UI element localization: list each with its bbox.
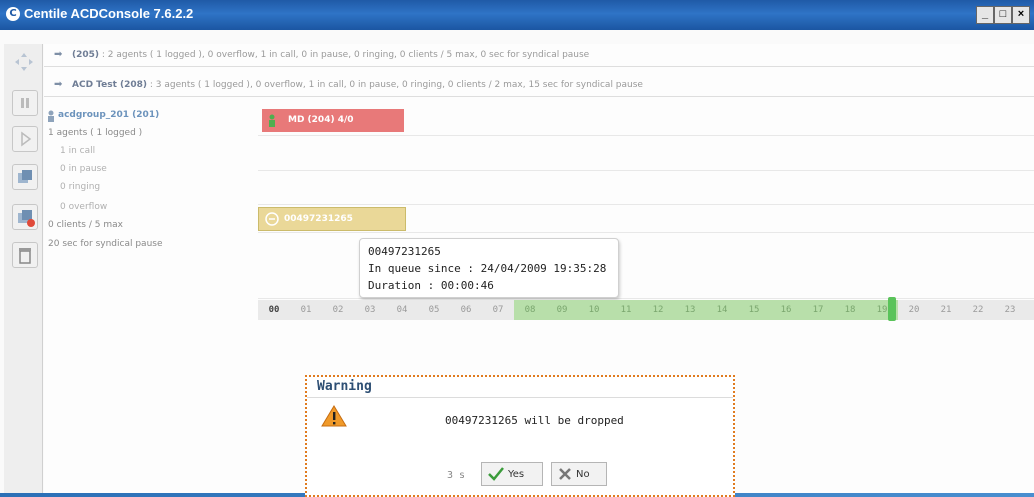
timeline-hour: 21 bbox=[940, 305, 952, 315]
timeline-hour: 04 bbox=[396, 305, 408, 315]
current-time-marker bbox=[888, 297, 896, 321]
lane-divider bbox=[258, 170, 1034, 171]
timeline-hour: 17 bbox=[802, 300, 834, 320]
pause-icon[interactable] bbox=[12, 90, 38, 116]
queue-stats: : 2 agents ( 1 logged ), 0 overflow, 1 i… bbox=[101, 50, 590, 60]
queued-call-chip[interactable]: 00497231265 bbox=[258, 207, 406, 231]
maximize-button[interactable]: □ bbox=[994, 6, 1012, 24]
agent-chip[interactable]: MD (204) 4/0 bbox=[262, 109, 404, 132]
play-icon[interactable] bbox=[12, 126, 38, 152]
dialog-message: 00497231265 will be dropped bbox=[445, 414, 624, 427]
lane-divider bbox=[258, 298, 1034, 299]
tooltip-duration: Duration : 00:00:46 bbox=[368, 279, 494, 292]
timeline-hour: 13 bbox=[674, 300, 706, 320]
remove-queue-icon[interactable] bbox=[12, 204, 38, 230]
call-tooltip: 00497231265 In queue since : 24/04/2009 … bbox=[359, 238, 619, 298]
lane-divider bbox=[258, 232, 1034, 233]
agent-icon bbox=[269, 114, 275, 127]
left-toolbar bbox=[4, 44, 43, 493]
dialog-countdown: 3 s bbox=[447, 470, 466, 481]
queue-arrow-icon: ➡ bbox=[54, 79, 63, 90]
yes-label: Yes bbox=[508, 468, 525, 480]
dialog-title: Warning bbox=[317, 379, 372, 394]
timeline-hour: 01 bbox=[300, 305, 312, 315]
timeline-hour: 14 bbox=[706, 300, 738, 320]
group-clients: 0 clients / 5 max bbox=[48, 220, 123, 230]
timeline-hour: 23 bbox=[1004, 305, 1016, 315]
window-title: Centile ACDConsole 7.6.2.2 bbox=[24, 6, 194, 21]
group-overflow: 0 overflow bbox=[60, 202, 108, 212]
timeline-hour: 09 bbox=[546, 300, 578, 320]
close-button[interactable]: × bbox=[1012, 6, 1030, 24]
queue-row[interactable]: ➡ (205) : 2 agents ( 1 logged ), 0 overfl… bbox=[44, 44, 1034, 67]
timeline-hour: 05 bbox=[428, 305, 440, 315]
group-agents: 1 agents ( 1 logged ) bbox=[48, 128, 143, 138]
trash-icon[interactable] bbox=[12, 242, 38, 268]
timeline-hour: 10 bbox=[578, 300, 610, 320]
warning-dialog: Warning 00497231265 will be dropped 3 s … bbox=[305, 375, 735, 497]
timeline-hour: 15 bbox=[738, 300, 770, 320]
timeline-hour: 12 bbox=[642, 300, 674, 320]
tooltip-number: 00497231265 bbox=[368, 245, 441, 258]
group-icon bbox=[48, 110, 54, 122]
minimize-button[interactable]: _ bbox=[976, 6, 994, 24]
title-bar[interactable]: C Centile ACDConsole 7.6.2.2 _ □ × bbox=[0, 0, 1034, 30]
hour-timeline: 00 01 02 03 04 05 06 07 08 09 10 11 12 13 14 15 16 17 18 19… bbox=[258, 300, 1034, 320]
timeline-hour: 11 bbox=[610, 300, 642, 320]
timeline-hour: 03 bbox=[364, 305, 376, 315]
timeline-hour: 06 bbox=[460, 305, 472, 315]
check-icon bbox=[488, 467, 504, 481]
timeline-hour: 00 bbox=[268, 305, 280, 315]
dialog-divider bbox=[307, 397, 733, 398]
timeline-hour: 16 bbox=[770, 300, 802, 320]
group-in-pause: 0 in pause bbox=[60, 164, 107, 174]
group-name[interactable]: acdgroup_201 (201) bbox=[58, 110, 159, 120]
tooltip-since: In queue since : 24/04/2009 19:35:28 bbox=[368, 262, 607, 275]
group-in-call: 1 in call bbox=[60, 146, 96, 156]
no-button[interactable]: No bbox=[551, 462, 607, 486]
group-pause: 20 sec for syndical pause bbox=[48, 239, 163, 249]
lane-divider bbox=[258, 135, 1034, 136]
timeline-hour: 22 bbox=[972, 305, 984, 315]
waiting-icon bbox=[265, 212, 279, 226]
cross-icon bbox=[559, 468, 571, 480]
group-info: acdgroup_201 (201) 1 agents ( 1 logged )… bbox=[44, 106, 256, 302]
timeline-hour: 07 bbox=[492, 305, 504, 315]
yes-button[interactable]: Yes bbox=[481, 462, 543, 486]
app-logo-icon: C bbox=[6, 7, 20, 21]
agent-label: MD (204) 4/0 bbox=[288, 115, 354, 125]
queue-name: ACD Test (208) bbox=[72, 80, 148, 90]
timeline-hour: 20 bbox=[908, 305, 920, 315]
transfer-icon[interactable] bbox=[12, 164, 38, 190]
queued-call-number: 00497231265 bbox=[284, 214, 353, 224]
timeline-hour: 08 bbox=[514, 300, 546, 320]
queue-arrow-icon: ➡ bbox=[54, 49, 63, 60]
timeline-hour: 18 bbox=[834, 300, 866, 320]
queue-name: (205) bbox=[72, 50, 100, 60]
warning-icon bbox=[321, 405, 347, 427]
lane-divider bbox=[258, 204, 1034, 205]
group-ringing: 0 ringing bbox=[60, 182, 101, 192]
timeline-hour: 02 bbox=[332, 305, 344, 315]
queue-row[interactable]: ➡ ACD Test (208) : 3 agents ( 1 logged ),… bbox=[44, 74, 1034, 97]
app-window: C Centile ACDConsole 7.6.2.2 _ □ × ➡ (20… bbox=[0, 0, 1034, 497]
move-icon[interactable] bbox=[12, 50, 36, 74]
no-label: No bbox=[576, 468, 590, 480]
queue-stats: : 3 agents ( 1 logged ), 0 overflow, 1 i… bbox=[149, 80, 643, 90]
